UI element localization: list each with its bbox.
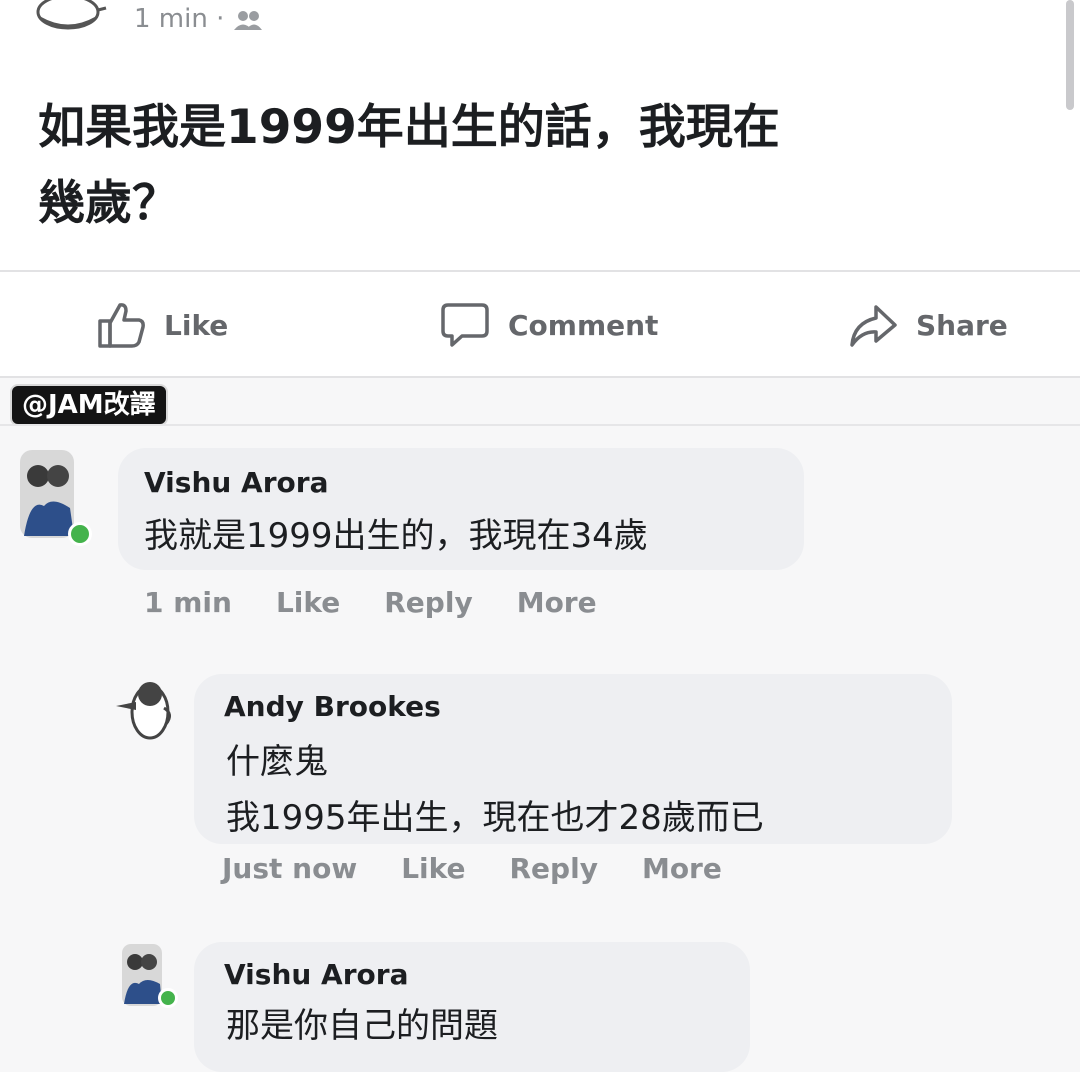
comment-time[interactable]: Just now bbox=[222, 852, 357, 885]
post-text-line: 幾歲？ bbox=[38, 176, 179, 231]
post-time[interactable]: 1 min · bbox=[134, 4, 233, 34]
post-meta: 1 min · bbox=[134, 4, 263, 34]
comment-reply-link[interactable]: Reply bbox=[384, 586, 472, 619]
comment-more-link[interactable]: More bbox=[517, 586, 597, 619]
share-arrow-icon bbox=[850, 305, 897, 347]
comment-reply-link[interactable]: Reply bbox=[510, 852, 598, 885]
divider bbox=[0, 424, 1080, 426]
like-button[interactable]: Like bbox=[96, 300, 228, 350]
comment-bubble: Andy Brookes 什麼鬼 我1995年出生，現在也才28歲而已 bbox=[194, 674, 952, 844]
comment-actions: Just now Like Reply More bbox=[222, 852, 766, 885]
comment-text: 我就是1999出生的，我現在34歲 bbox=[144, 516, 648, 556]
post-text: 如果我是1999年出生的話，我現在 幾歲？ bbox=[38, 90, 998, 242]
comment-text: 我1995年出生，現在也才28歲而已 bbox=[226, 798, 764, 838]
penguin-avatar-icon[interactable] bbox=[112, 674, 178, 744]
comment-like-link[interactable]: Like bbox=[276, 586, 340, 619]
share-label: Share bbox=[916, 308, 1008, 342]
penguin-avatar-icon[interactable] bbox=[28, 0, 108, 40]
comment-actions: 1 min Like Reply More bbox=[144, 586, 641, 619]
friends-icon bbox=[233, 10, 262, 30]
scrollbar[interactable] bbox=[1066, 0, 1074, 110]
commenter-name[interactable]: Andy Brookes bbox=[224, 690, 441, 723]
commenter-name[interactable]: Vishu Arora bbox=[144, 466, 328, 499]
online-status-dot bbox=[68, 522, 92, 546]
comment-time[interactable]: 1 min bbox=[144, 586, 232, 619]
commenter-name[interactable]: Vishu Arora bbox=[224, 958, 408, 991]
comment-more-link[interactable]: More bbox=[642, 852, 722, 885]
thumbs-up-icon bbox=[98, 303, 145, 348]
comment-bubble: Vishu Arora 那是你自己的問題 bbox=[194, 942, 750, 1072]
post-text-line: 如果我是1999年出生的話，我現在 bbox=[38, 100, 780, 155]
comment-text: 什麼鬼 bbox=[226, 742, 328, 782]
comment-button[interactable]: Comment bbox=[440, 300, 658, 350]
share-button[interactable]: Share bbox=[848, 300, 1008, 350]
comment-icon bbox=[441, 303, 489, 347]
comment-label: Comment bbox=[508, 308, 659, 342]
comment-text: 那是你自己的問題 bbox=[226, 1006, 498, 1046]
comment-like-link[interactable]: Like bbox=[401, 852, 465, 885]
online-status-dot bbox=[158, 988, 178, 1008]
divider bbox=[0, 376, 1080, 378]
comment-bubble: Vishu Arora 我就是1999出生的，我現在34歲 bbox=[118, 448, 804, 570]
like-label: Like bbox=[164, 308, 229, 342]
watermark: @JAM改譯 bbox=[10, 384, 168, 426]
